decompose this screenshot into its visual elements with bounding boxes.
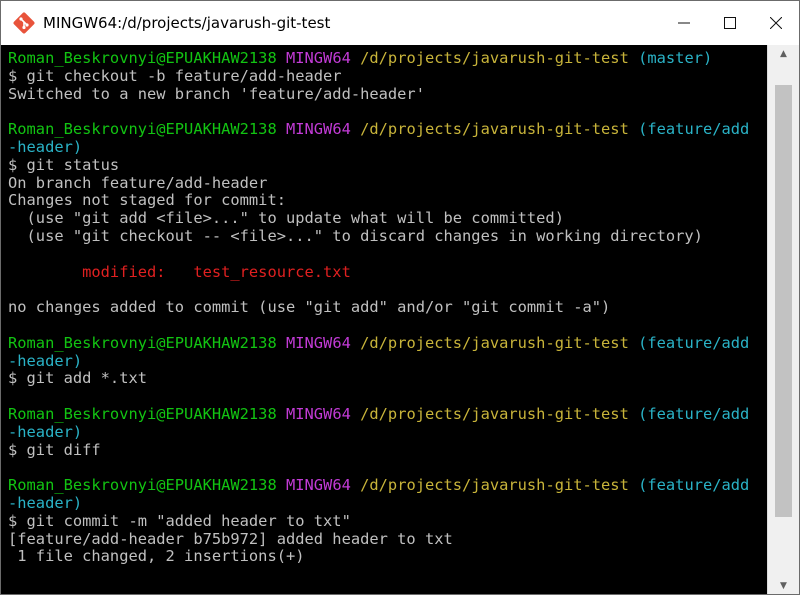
terminal-text-fg: Changes not staged for commit: [8, 191, 286, 210]
minimize-icon [678, 22, 690, 24]
terminal-text-branch: (feature/add [638, 333, 750, 352]
terminal-text-host: MINGW64 [285, 404, 361, 423]
terminal-text-branch: -header) [8, 351, 83, 370]
terminal-text-branch: (feature/add [638, 120, 750, 139]
terminal-line: Roman_Beskrovnyi@EPUAKHAW2138 MINGW64 /d… [8, 120, 767, 139]
terminal-text-path: /d/projects/javarush-git-test [360, 476, 639, 495]
terminal-text-fg: $ git checkout -b feature/add-header [8, 66, 342, 85]
terminal-text-branch: -header) [8, 422, 83, 441]
close-button[interactable] [753, 1, 799, 45]
git-bash-icon [13, 12, 35, 34]
window-title: MINGW64:/d/projects/javarush-git-test [43, 14, 331, 32]
terminal-line: Switched to a new branch 'feature/add-he… [8, 84, 767, 104]
terminal-text-branch: (master) [638, 49, 713, 67]
terminal-text-branch: -header) [8, 137, 83, 156]
terminal-line: no changes added to commit (use "git add… [8, 298, 767, 317]
terminal-text-fg: $ git commit -m "added header to txt" [8, 511, 351, 530]
terminal-line: 1 file changed, 2 insertions(+) [8, 547, 767, 566]
terminal-text-path: /d/projects/javarush-git-test [360, 49, 639, 67]
maximize-icon [724, 17, 736, 29]
terminal-text-fg: [feature/add-header b75b972] added heade… [8, 529, 453, 548]
terminal-line: [feature/add-header b75b972] added heade… [8, 529, 767, 549]
scrollbar-thumb[interactable] [775, 85, 792, 517]
terminal-text-user: Roman_Beskrovnyi@EPUAKHAW2138 [8, 49, 286, 67]
maximize-button[interactable] [707, 1, 753, 45]
terminal-output[interactable]: Roman_Beskrovnyi@EPUAKHAW2138 MINGW64 /d… [1, 45, 767, 594]
terminal-line: On branch feature/add-header [8, 173, 767, 193]
terminal-text-fg: Switched to a new branch 'feature/add-he… [8, 84, 425, 103]
terminal-text-branch: (feature/add [638, 476, 750, 495]
arrow-down-icon: ▼ [780, 580, 787, 591]
minimize-button[interactable] [661, 1, 707, 45]
title-bar[interactable]: MINGW64:/d/projects/javarush-git-test [1, 1, 799, 45]
terminal-line: $ git diff [8, 440, 767, 460]
close-icon [770, 17, 782, 29]
terminal-text-user: Roman_Beskrovnyi@EPUAKHAW2138 [8, 333, 286, 352]
terminal-line: $ git add *.txt [8, 369, 767, 388]
terminal-line: -header) [8, 493, 767, 513]
terminal-text-host: MINGW64 [285, 333, 361, 352]
terminal-line: Roman_Beskrovnyi@EPUAKHAW2138 MINGW64 /d… [8, 404, 767, 424]
terminal-window: MINGW64:/d/projects/javarush-git-test Ro… [0, 0, 800, 595]
terminal-line: $ git commit -m "added header to txt" [8, 511, 767, 531]
terminal-text-user: Roman_Beskrovnyi@EPUAKHAW2138 [8, 476, 286, 495]
terminal-text-fg: no changes added to commit (use "git add… [8, 298, 611, 317]
terminal-text-host: MINGW64 [285, 120, 361, 139]
terminal-text-path: /d/projects/javarush-git-test [360, 404, 639, 423]
terminal-text-branch: -header) [8, 493, 83, 512]
terminal-line: Roman_Beskrovnyi@EPUAKHAW2138 MINGW64 /d… [8, 49, 767, 68]
terminal-text-path: /d/projects/javarush-git-test [360, 333, 639, 352]
arrow-up-icon: ▲ [780, 48, 787, 59]
terminal-text-user: Roman_Beskrovnyi@EPUAKHAW2138 [8, 404, 286, 423]
scroll-up-button[interactable]: ▲ [768, 45, 799, 62]
terminal-text-host: MINGW64 [285, 49, 361, 67]
terminal-line: Roman_Beskrovnyi@EPUAKHAW2138 MINGW64 /d… [8, 333, 767, 353]
terminal-line: modified: test_resource.txt [8, 262, 767, 282]
terminal-line: Changes not staged for commit: [8, 191, 767, 210]
terminal-line: (use "git add <file>..." to update what … [8, 209, 767, 228]
vertical-scrollbar[interactable]: ▲ ▼ [767, 45, 799, 594]
terminal-text-fg: $ git diff [8, 440, 101, 459]
terminal-text-fg: On branch feature/add-header [8, 173, 268, 192]
scroll-down-button[interactable]: ▼ [768, 577, 799, 594]
terminal-text-red: modified: test_resource.txt [8, 262, 351, 281]
terminal-text-fg: 1 file changed, 2 insertions(+) [8, 547, 305, 566]
terminal-text-user: Roman_Beskrovnyi@EPUAKHAW2138 [8, 120, 286, 139]
terminal-line: -header) [8, 422, 767, 442]
terminal-text-branch: (feature/add [638, 404, 750, 423]
terminal-text-path: /d/projects/javarush-git-test [360, 120, 639, 139]
terminal-text-fg: $ git add *.txt [8, 369, 147, 388]
terminal-line: -header) [8, 137, 767, 157]
terminal-line: (use "git checkout -- <file>..." to disc… [8, 226, 767, 246]
terminal-text-fg: (use "git add <file>..." to update what … [8, 209, 564, 228]
terminal-text-fg: (use "git checkout -- <file>..." to disc… [8, 226, 703, 245]
terminal-line: Roman_Beskrovnyi@EPUAKHAW2138 MINGW64 /d… [8, 476, 767, 495]
terminal-line: $ git status [8, 155, 767, 175]
terminal-line: $ git checkout -b feature/add-header [8, 66, 767, 86]
terminal-line: -header) [8, 351, 767, 371]
terminal-text-fg: $ git status [8, 155, 120, 174]
terminal-text-host: MINGW64 [285, 476, 361, 495]
